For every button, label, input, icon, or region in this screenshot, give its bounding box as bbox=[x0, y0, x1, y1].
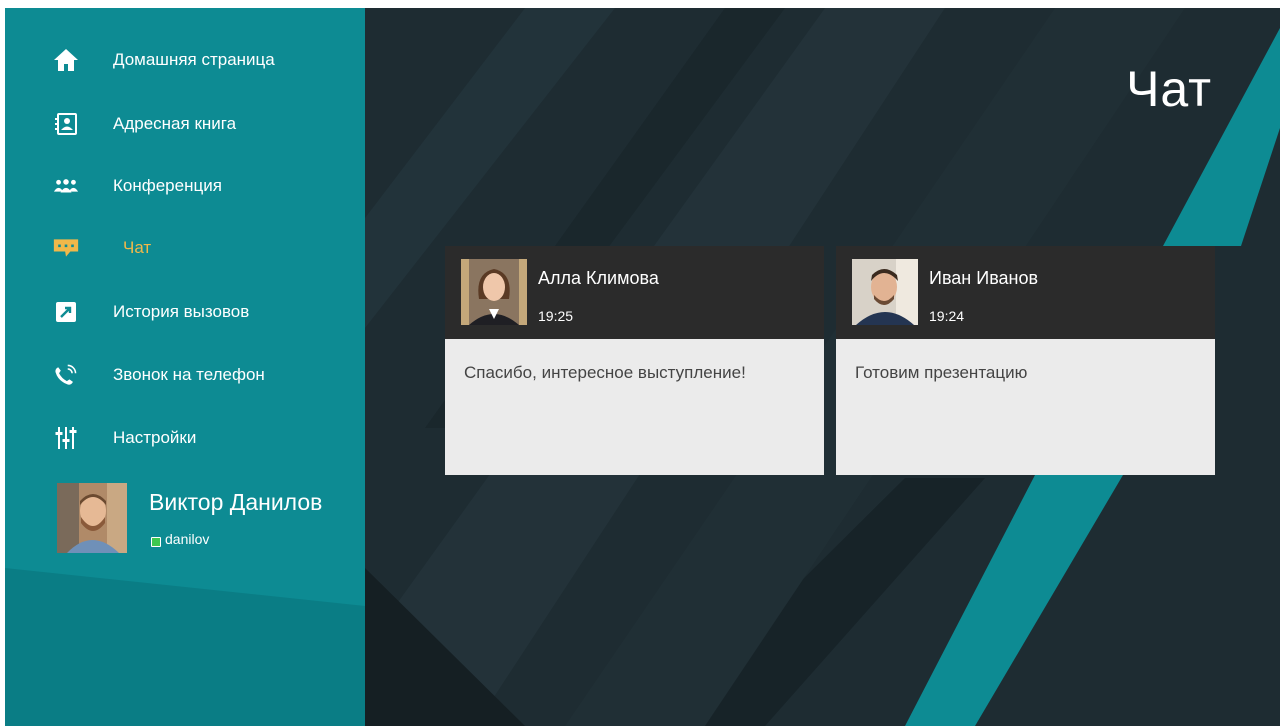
chat-contact-name: Алла Климова bbox=[538, 268, 659, 288]
sidebar-item-phone-call[interactable]: Звонок на телефон bbox=[53, 358, 343, 392]
avatar bbox=[852, 259, 918, 325]
sidebar-item-conference[interactable]: Конференция bbox=[53, 169, 343, 203]
chat-contact-name: Иван Иванов bbox=[929, 268, 1039, 288]
sidebar: Домашняя страница Адресная книга Конфере… bbox=[5, 8, 365, 726]
app-window: Домашняя страница Адресная книга Конфере… bbox=[5, 8, 1280, 726]
sidebar-item-label: История вызовов bbox=[113, 302, 250, 321]
chat-card[interactable]: Иван Иванов 19:24 Готовим презентацию bbox=[836, 246, 1215, 475]
chat-time: 19:25 bbox=[538, 308, 574, 324]
sidebar-item-address-book[interactable]: Адресная книга bbox=[53, 107, 343, 141]
chat-last-message: Спасибо, интересное выступление! bbox=[464, 363, 746, 382]
home-icon bbox=[53, 47, 79, 73]
user-login: danilov bbox=[165, 531, 210, 547]
sidebar-item-label: Звонок на телефон bbox=[113, 365, 265, 384]
settings-sliders-icon bbox=[53, 425, 79, 451]
sidebar-item-label: Чат bbox=[123, 238, 152, 257]
chat-time: 19:24 bbox=[929, 308, 965, 324]
avatar bbox=[57, 483, 127, 553]
chat-card-header: Иван Иванов 19:24 bbox=[836, 246, 1215, 339]
sidebar-item-label: Настройки bbox=[113, 428, 197, 447]
group-icon bbox=[53, 173, 79, 199]
contact-book-icon bbox=[53, 111, 79, 137]
sidebar-item-call-history[interactable]: История вызовов bbox=[53, 295, 343, 329]
user-name: Виктор Данилов bbox=[149, 489, 323, 515]
sidebar-item-chat[interactable]: Чат bbox=[53, 231, 343, 265]
phone-call-icon bbox=[53, 362, 79, 388]
sidebar-item-label: Домашняя страница bbox=[113, 50, 275, 69]
chat-card-header: Алла Климова 19:25 bbox=[445, 246, 824, 339]
sidebar-item-settings[interactable]: Настройки bbox=[53, 421, 343, 455]
chat-card[interactable]: Алла Климова 19:25 Спасибо, интересное в… bbox=[445, 246, 824, 475]
online-status-icon bbox=[151, 537, 161, 547]
sidebar-item-label: Адресная книга bbox=[113, 114, 237, 133]
call-history-icon bbox=[53, 299, 79, 325]
avatar bbox=[461, 259, 527, 325]
current-user[interactable]: Виктор Данилов danilov bbox=[57, 483, 357, 553]
chat-icon bbox=[53, 235, 79, 261]
page-title: Чат bbox=[1126, 61, 1212, 117]
chat-last-message: Готовим презентацию bbox=[855, 363, 1028, 382]
sidebar-item-home[interactable]: Домашняя страница bbox=[53, 43, 343, 77]
sidebar-item-label: Конференция bbox=[113, 176, 222, 195]
